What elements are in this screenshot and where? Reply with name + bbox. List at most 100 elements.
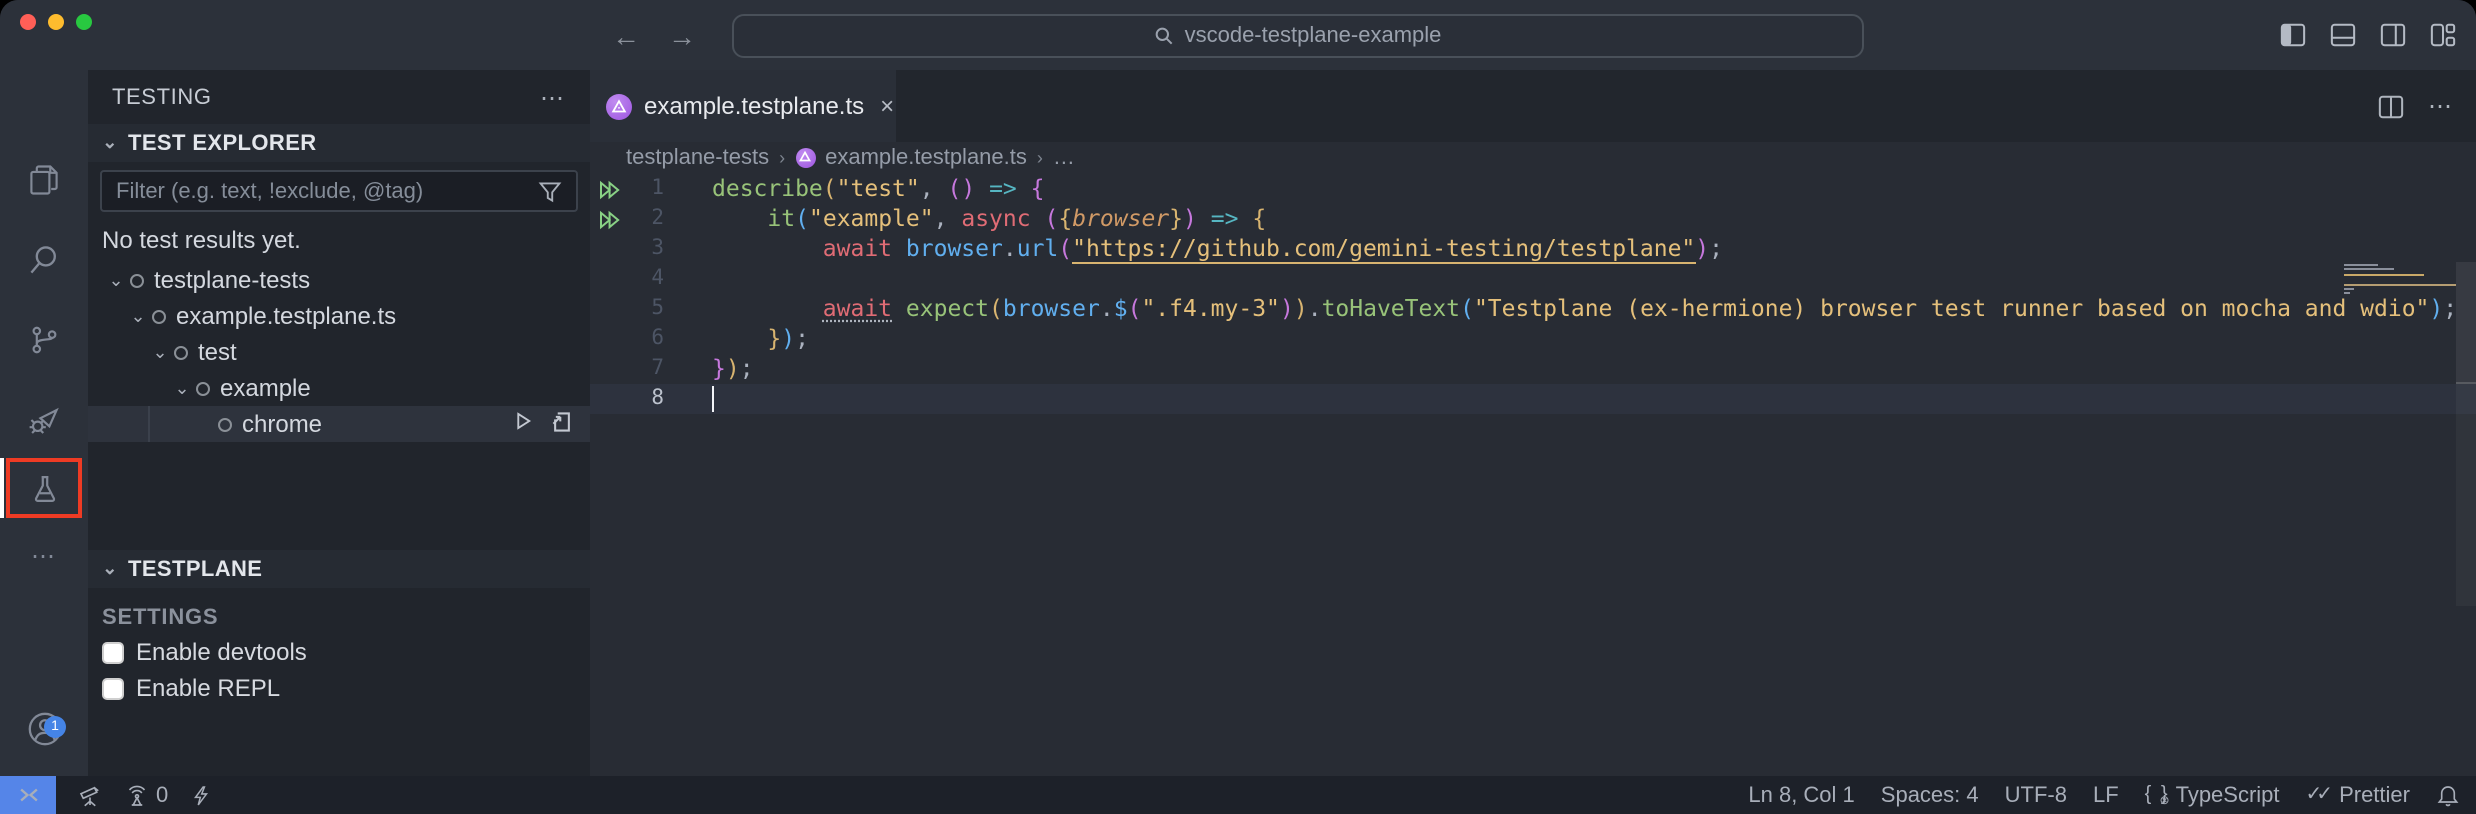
toggle-panel-icon[interactable] <box>2330 22 2356 48</box>
breadcrumb[interactable]: testplane-tests › example.testplane.ts ›… <box>590 142 2476 172</box>
testplane-status-item[interactable] <box>78 783 102 807</box>
settings-group-label: SETTINGS <box>102 606 590 630</box>
enable-devtools-row: Enable devtools <box>102 638 590 666</box>
code-line-7[interactable]: 7}); <box>590 354 2476 384</box>
minimize-window-button[interactable] <box>48 14 64 30</box>
code-line-8[interactable]: 8 <box>590 384 2476 414</box>
encoding-status[interactable]: UTF-8 <box>2005 783 2067 807</box>
chevron-down-icon: ⌄ <box>170 377 194 399</box>
enable-devtools-checkbox[interactable] <box>102 641 124 663</box>
tab-example-testplane-ts[interactable]: example.testplane.ts × <box>590 70 896 142</box>
editor-group: example.testplane.ts × ⋯ testplane-tests… <box>590 70 2476 776</box>
go-to-test-icon[interactable] <box>550 410 574 434</box>
bell-icon <box>2436 783 2460 807</box>
testing-sidebar: TESTING ⋯ ⌄ TEST EXPLORER Filter (e.g. t… <box>88 70 590 776</box>
notifications-bell[interactable] <box>2436 783 2460 807</box>
code-line-6[interactable]: 6 }); <box>590 324 2476 354</box>
cursor-position-status[interactable]: Ln 8, Col 1 <box>1748 783 1854 807</box>
title-bar: ← → vscode-testplane-example <box>0 0 2476 70</box>
ports-count: 0 <box>156 783 168 807</box>
chevron-down-icon: ⌄ <box>126 305 150 327</box>
minimap[interactable] <box>2344 264 2456 297</box>
code-editor[interactable]: 1describe("test", () => {2 it("example",… <box>590 172 2476 776</box>
testing-flask-icon[interactable] <box>0 458 88 518</box>
remote-indicator[interactable] <box>0 776 56 814</box>
run-test-icon[interactable] <box>512 410 534 432</box>
test-explorer-section-header[interactable]: ⌄ TEST EXPLORER <box>88 124 590 162</box>
tree-item-example[interactable]: ⌄example <box>88 370 590 406</box>
test-tree: ⌄testplane-tests⌄example.testplane.ts⌄te… <box>88 262 590 442</box>
search-icon[interactable] <box>0 230 88 290</box>
search-value: vscode-testplane-example <box>1185 24 1442 48</box>
test-state-circle-icon <box>196 381 210 395</box>
source-control-icon[interactable] <box>0 310 88 370</box>
test-filter-input[interactable]: Filter (e.g. text, !exclude, @tag) <box>100 170 578 212</box>
testplane-section-header[interactable]: ⌄ TESTPLANE <box>88 550 590 588</box>
tree-item-chrome[interactable]: chrome <box>88 406 590 442</box>
chevron-down-icon: ⌄ <box>104 269 128 291</box>
filter-funnel-icon[interactable] <box>538 180 562 204</box>
remote-icon <box>17 784 39 806</box>
tab-label: example.testplane.ts <box>644 92 864 120</box>
filter-placeholder: Filter (e.g. text, !exclude, @tag) <box>116 179 423 203</box>
chevron-down-icon: ⌄ <box>148 341 172 363</box>
ports-status-item[interactable]: 0 <box>124 783 168 807</box>
nav-back-icon[interactable]: ← <box>612 19 640 51</box>
command-center-search[interactable]: vscode-testplane-example <box>732 14 1864 58</box>
views-and-more-actions-icon[interactable]: ⋯ <box>540 83 566 111</box>
code-line-5[interactable]: 5 await expect(browser.$(".f4.my-3")).to… <box>590 294 2476 324</box>
code-line-2[interactable]: 2 it("example", async ({browser}) => { <box>590 204 2476 234</box>
testplane-file-icon <box>606 93 632 119</box>
breadcrumb-symbol-more[interactable]: … <box>1053 145 1075 169</box>
editor-scrollbar[interactable] <box>2456 262 2476 606</box>
breadcrumb-folder[interactable]: testplane-tests <box>626 145 769 169</box>
accounts-badge: 1 <box>44 716 66 738</box>
search-icon <box>1155 26 1175 46</box>
close-window-button[interactable] <box>20 14 36 30</box>
toggle-secondary-sidebar-icon[interactable] <box>2380 22 2406 48</box>
additional-views-icon[interactable]: ⋯ <box>0 526 88 586</box>
customize-layout-icon[interactable] <box>2430 22 2456 48</box>
indentation-status[interactable]: Spaces: 4 <box>1881 783 1979 807</box>
chevron-down-icon: ⌄ <box>100 558 120 580</box>
maximize-window-button[interactable] <box>76 14 92 30</box>
eol-status[interactable]: LF <box>2093 783 2119 807</box>
sidebar-title: TESTING <box>112 85 212 109</box>
formatter-status[interactable]: ✓✓ Prettier <box>2306 783 2410 807</box>
run-debug-icon[interactable] <box>0 390 88 450</box>
indent-guide <box>148 406 150 442</box>
chevron-down-icon: ⌄ <box>100 132 120 154</box>
toggle-primary-sidebar-icon[interactable] <box>2280 22 2306 48</box>
activity-bar: ⋯ 1 1 <box>0 70 88 776</box>
enable-repl-row: Enable REPL <box>102 674 590 702</box>
enable-repl-label: Enable REPL <box>136 674 280 702</box>
explorer-icon[interactable] <box>0 150 88 210</box>
test-state-circle-icon <box>174 345 188 359</box>
tab-bar: example.testplane.ts × ⋯ <box>590 70 2476 142</box>
test-state-circle-icon <box>130 273 144 287</box>
tree-item-example.testplane.ts[interactable]: ⌄example.testplane.ts <box>88 298 590 334</box>
testplane-file-icon <box>795 147 815 167</box>
traffic-lights <box>20 14 92 30</box>
code-line-4[interactable]: 4 <box>590 264 2476 294</box>
breadcrumb-file[interactable]: example.testplane.ts <box>825 145 1027 169</box>
editor-more-actions-icon[interactable]: ⋯ <box>2428 92 2454 120</box>
tree-item-test[interactable]: ⌄test <box>88 334 590 370</box>
language-status[interactable]: { }⊗ TypeScript <box>2145 783 2280 807</box>
code-line-3[interactable]: 3 await browser.url("https://github.com/… <box>590 234 2476 264</box>
power-status-item[interactable] <box>190 783 212 807</box>
split-editor-icon[interactable] <box>2378 93 2404 119</box>
lightning-bolt-icon <box>190 783 212 807</box>
vscode-window: ← → vscode-testplane-example <box>0 0 2476 814</box>
run-tests-gutter-icon[interactable] <box>597 209 623 229</box>
tab-close-icon[interactable]: × <box>880 92 894 120</box>
code-line-1[interactable]: 1describe("test", () => { <box>590 174 2476 204</box>
telescope-icon <box>78 783 102 807</box>
tree-item-testplane-tests[interactable]: ⌄testplane-tests <box>88 262 590 298</box>
run-tests-gutter-icon[interactable] <box>597 179 623 199</box>
double-check-icon: ✓✓ <box>2306 784 2328 806</box>
text-cursor <box>712 386 714 412</box>
chevron-right-icon: › <box>779 147 785 167</box>
nav-forward-icon[interactable]: → <box>668 19 696 51</box>
enable-repl-checkbox[interactable] <box>102 677 124 699</box>
